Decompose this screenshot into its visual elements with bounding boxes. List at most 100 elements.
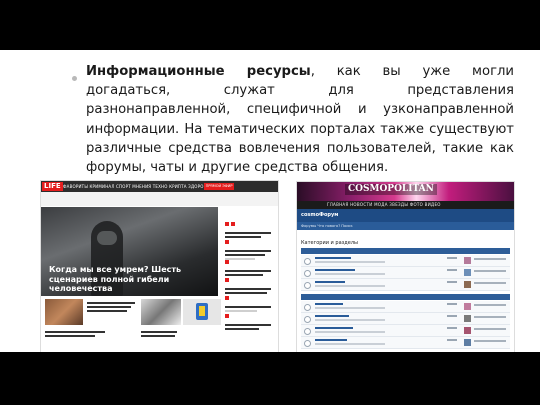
forum-desc-line <box>315 331 385 333</box>
life-hero-title: Когда мы все умрем? Шесть сценариев полн… <box>49 265 182 293</box>
bullet-dot <box>72 76 77 81</box>
forum-avatar <box>464 315 471 322</box>
life-logo: LIFE <box>42 182 63 191</box>
side-item <box>225 303 275 330</box>
forum-desc-line <box>315 273 385 275</box>
news-thumb-emblem <box>183 299 221 325</box>
side-tag <box>225 296 229 300</box>
forum-avatar <box>464 327 471 334</box>
forum-avatar <box>464 339 471 346</box>
forum-stat <box>447 269 457 271</box>
side-tag <box>225 222 229 226</box>
forum-icon <box>304 304 311 311</box>
forum-section-header <box>301 248 510 254</box>
forum-desc-line <box>315 261 385 263</box>
forum-last-post <box>474 282 506 284</box>
forum-title-line <box>315 257 351 259</box>
forum-icon <box>304 258 311 265</box>
bullet-paragraph: Информационные ресурсы, как вы уже могли… <box>72 62 514 177</box>
forum-icon <box>304 340 311 347</box>
forum-title-line <box>315 281 345 283</box>
forum-title-line <box>315 269 355 271</box>
forum-stat <box>447 281 457 283</box>
forum-row <box>301 255 510 267</box>
forum-title-line <box>315 315 349 317</box>
forum-row <box>301 325 510 337</box>
side-line <box>225 328 259 330</box>
row-line <box>87 310 127 312</box>
ukraine-emblem-icon <box>196 303 208 320</box>
forum-stat <box>447 303 457 305</box>
side-tag <box>225 278 229 282</box>
bottom-black-band <box>0 352 540 405</box>
forum-stat <box>447 327 457 329</box>
forum-desc-line <box>315 343 385 345</box>
forum-stat <box>447 315 457 317</box>
news-row-text <box>87 300 139 312</box>
forum-desc-line <box>315 285 385 287</box>
forum-last-post <box>474 304 506 306</box>
life-subnav <box>41 192 278 206</box>
row-line <box>141 335 175 337</box>
side-tag <box>225 260 229 264</box>
forum-avatar <box>464 303 471 310</box>
row-line <box>45 331 105 333</box>
life-top-nav: LIFE ФАВОРИТЫ КРИМИНАЛ СПОРТ МНЕНИЯ ТЕХН… <box>41 181 278 192</box>
life-menu: ФАВОРИТЫ КРИМИНАЛ СПОРТ МНЕНИЯ ТЕХНО КРИ… <box>63 184 224 189</box>
forum-avatar <box>464 257 471 264</box>
life-news-screenshot: LIFE ФАВОРИТЫ КРИМИНАЛ СПОРТ МНЕНИЯ ТЕХН… <box>40 180 279 354</box>
forum-last-post <box>474 270 506 272</box>
forum-avatar <box>464 281 471 288</box>
cosmo-breadcrumb: Категории и разделы <box>301 240 358 246</box>
cosmo-nav: ГЛАВНАЯ НОВОСТИ МОДА ЗВЕЗДЫ ФОТО ВИДЕО <box>297 201 514 209</box>
paragraph-text: Информационные ресурсы, как вы уже могли… <box>86 62 514 177</box>
forum-icon <box>304 316 311 323</box>
cosmo-logo: COSMOPOLITAN <box>345 184 437 195</box>
row-line <box>87 306 131 308</box>
forum-icon <box>304 270 311 277</box>
side-tag <box>225 240 229 244</box>
life-hero-image: Когда мы все умрем? Шесть сценариев полн… <box>41 207 218 296</box>
cosmo-forum-screenshot: COSMOPOLITAN ГЛАВНАЯ НОВОСТИ МОДА ЗВЕЗДЫ… <box>296 181 515 354</box>
cosmo-forum-brand: cosmoФорум <box>301 212 339 218</box>
row-line <box>45 335 95 337</box>
forum-avatar <box>464 269 471 276</box>
cosmo-forum-header: cosmoФорум <box>297 209 514 222</box>
paragraph-body: , как вы уже могли догадаться, служат дл… <box>86 64 514 176</box>
forum-last-post <box>474 258 506 260</box>
life-side-feed <box>221 207 278 347</box>
forum-row <box>301 337 510 349</box>
forum-stat <box>447 257 457 259</box>
news-row-text-3 <box>141 329 221 337</box>
forum-last-post <box>474 316 506 318</box>
forum-last-post <box>474 328 506 330</box>
forum-stat <box>447 339 457 341</box>
forum-desc-line <box>315 319 385 321</box>
hero-gas-mask <box>97 231 117 245</box>
cosmo-forum-tabs: Форумы Что нового? Поиск <box>297 222 514 230</box>
top-black-band <box>0 0 540 50</box>
side-tag <box>231 222 235 226</box>
forum-row <box>301 267 510 279</box>
news-thumb-photo <box>141 299 181 325</box>
forum-title-line <box>315 303 343 305</box>
row-line <box>87 302 135 304</box>
cosmo-tabs-text: Форумы Что нового? Поиск <box>301 224 353 228</box>
forum-title-line <box>315 327 353 329</box>
paragraph-bold-lead: Информационные ресурсы <box>86 64 311 79</box>
life-live-button: ПРЯМОЙ ЭФИР <box>204 183 234 190</box>
cosmo-banner: COSMOPOLITAN <box>297 182 514 201</box>
forum-section-header <box>301 294 510 300</box>
side-line <box>225 324 271 326</box>
row-line <box>141 331 177 333</box>
cosmo-nav-text: ГЛАВНАЯ НОВОСТИ МОДА ЗВЕЗДЫ ФОТО ВИДЕО <box>327 202 441 207</box>
forum-desc-line <box>315 307 385 309</box>
forum-row <box>301 313 510 325</box>
forum-icon <box>304 328 311 335</box>
side-tag <box>225 314 229 318</box>
news-row-text-2 <box>45 329 135 337</box>
forum-last-post <box>474 340 506 342</box>
forum-title-line <box>315 339 347 341</box>
forum-row <box>301 301 510 313</box>
news-thumb-crowd <box>45 299 83 325</box>
